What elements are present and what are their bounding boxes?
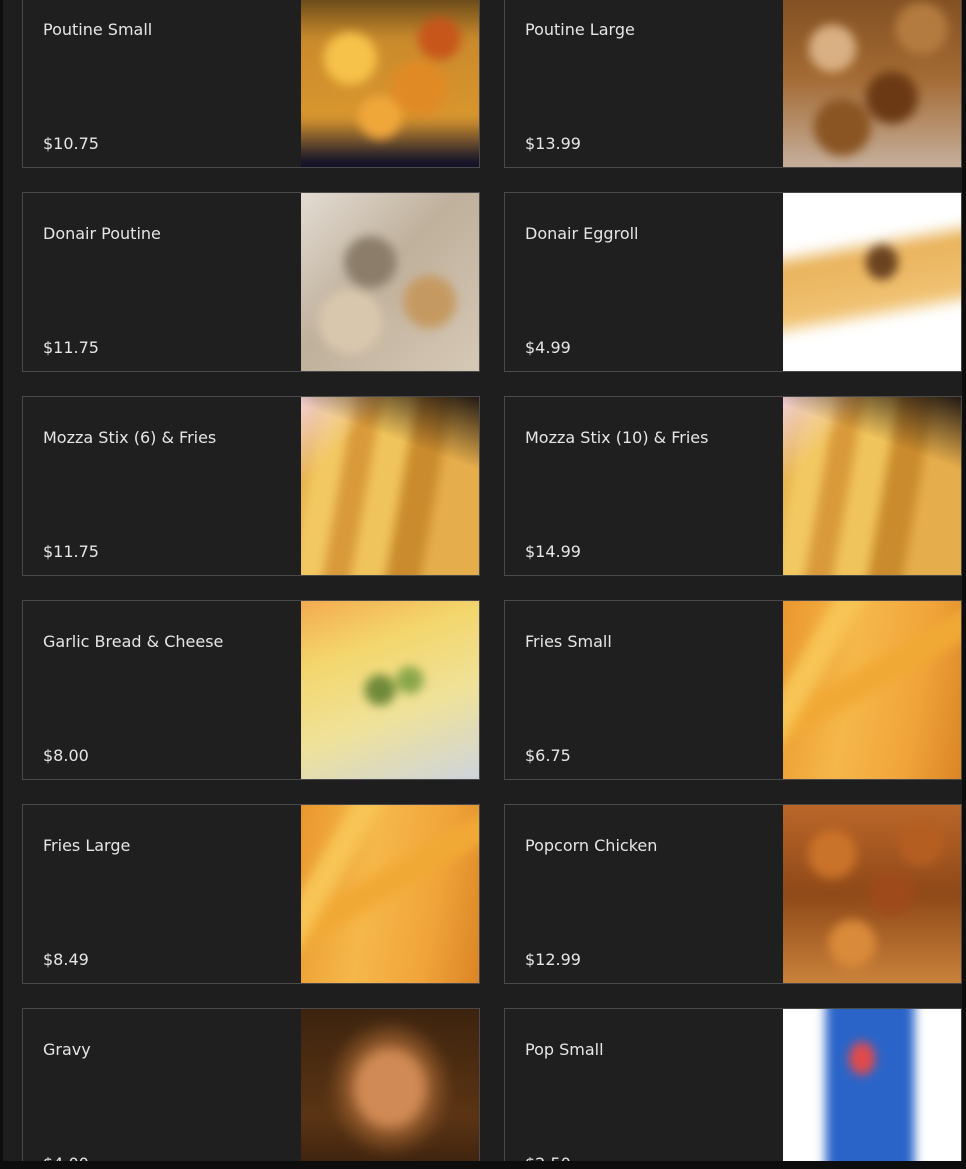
item-price: $10.75 [43,134,99,153]
left-edge [0,0,3,1169]
item-name: Donair Poutine [43,224,161,243]
item-name: Fries Large [43,836,131,855]
item-image [783,805,961,983]
item-name: Poutine Small [43,20,153,39]
menu-item-card[interactable]: Poutine Large $13.99 [504,0,962,168]
item-price: $13.99 [525,134,581,153]
menu-item-card[interactable]: Pop Small $2.50 [504,1008,962,1169]
item-image [301,1009,479,1169]
menu-item-card[interactable]: Donair Poutine $11.75 [22,192,480,372]
item-image [783,193,961,371]
menu-grid: Poutine Small $10.75 Poutine Large $13.9… [22,0,962,1169]
menu-item-card[interactable]: Fries Large $8.49 [22,804,480,984]
menu-item-card[interactable]: Mozza Stix (10) & Fries $14.99 [504,396,962,576]
item-price: $8.00 [43,746,89,765]
item-name: Poutine Large [525,20,635,39]
item-image [301,0,479,167]
menu-item-card[interactable]: Popcorn Chicken $12.99 [504,804,962,984]
menu-item-card[interactable]: Donair Eggroll $4.99 [504,192,962,372]
menu-page: Poutine Small $10.75 Poutine Large $13.9… [0,0,966,1169]
item-image [301,397,479,575]
item-name: Popcorn Chicken [525,836,658,855]
item-price: $8.49 [43,950,89,969]
menu-item-card[interactable]: Gravy $4.00 [22,1008,480,1169]
item-image [301,601,479,779]
item-name: Donair Eggroll [525,224,639,243]
item-image [783,1009,961,1169]
item-image [783,601,961,779]
item-name: Mozza Stix (10) & Fries [525,428,709,447]
item-price: $4.99 [525,338,571,357]
item-image [301,805,479,983]
item-name: Pop Small [525,1040,604,1059]
menu-item-card[interactable]: Fries Small $6.75 [504,600,962,780]
item-name: Garlic Bread & Cheese [43,632,224,651]
item-image [783,0,961,167]
item-price: $11.75 [43,542,99,561]
item-price: $6.75 [525,746,571,765]
item-image [301,193,479,371]
menu-item-card[interactable]: Garlic Bread & Cheese $8.00 [22,600,480,780]
item-name: Gravy [43,1040,91,1059]
item-price: $14.99 [525,542,581,561]
bottom-edge [0,1161,966,1169]
menu-item-card[interactable]: Poutine Small $10.75 [22,0,480,168]
item-price: $12.99 [525,950,581,969]
item-name: Mozza Stix (6) & Fries [43,428,217,447]
item-image [783,397,961,575]
menu-item-card[interactable]: Mozza Stix (6) & Fries $11.75 [22,396,480,576]
item-name: Fries Small [525,632,612,651]
item-price: $11.75 [43,338,99,357]
scrollbar-track[interactable] [962,0,966,1169]
